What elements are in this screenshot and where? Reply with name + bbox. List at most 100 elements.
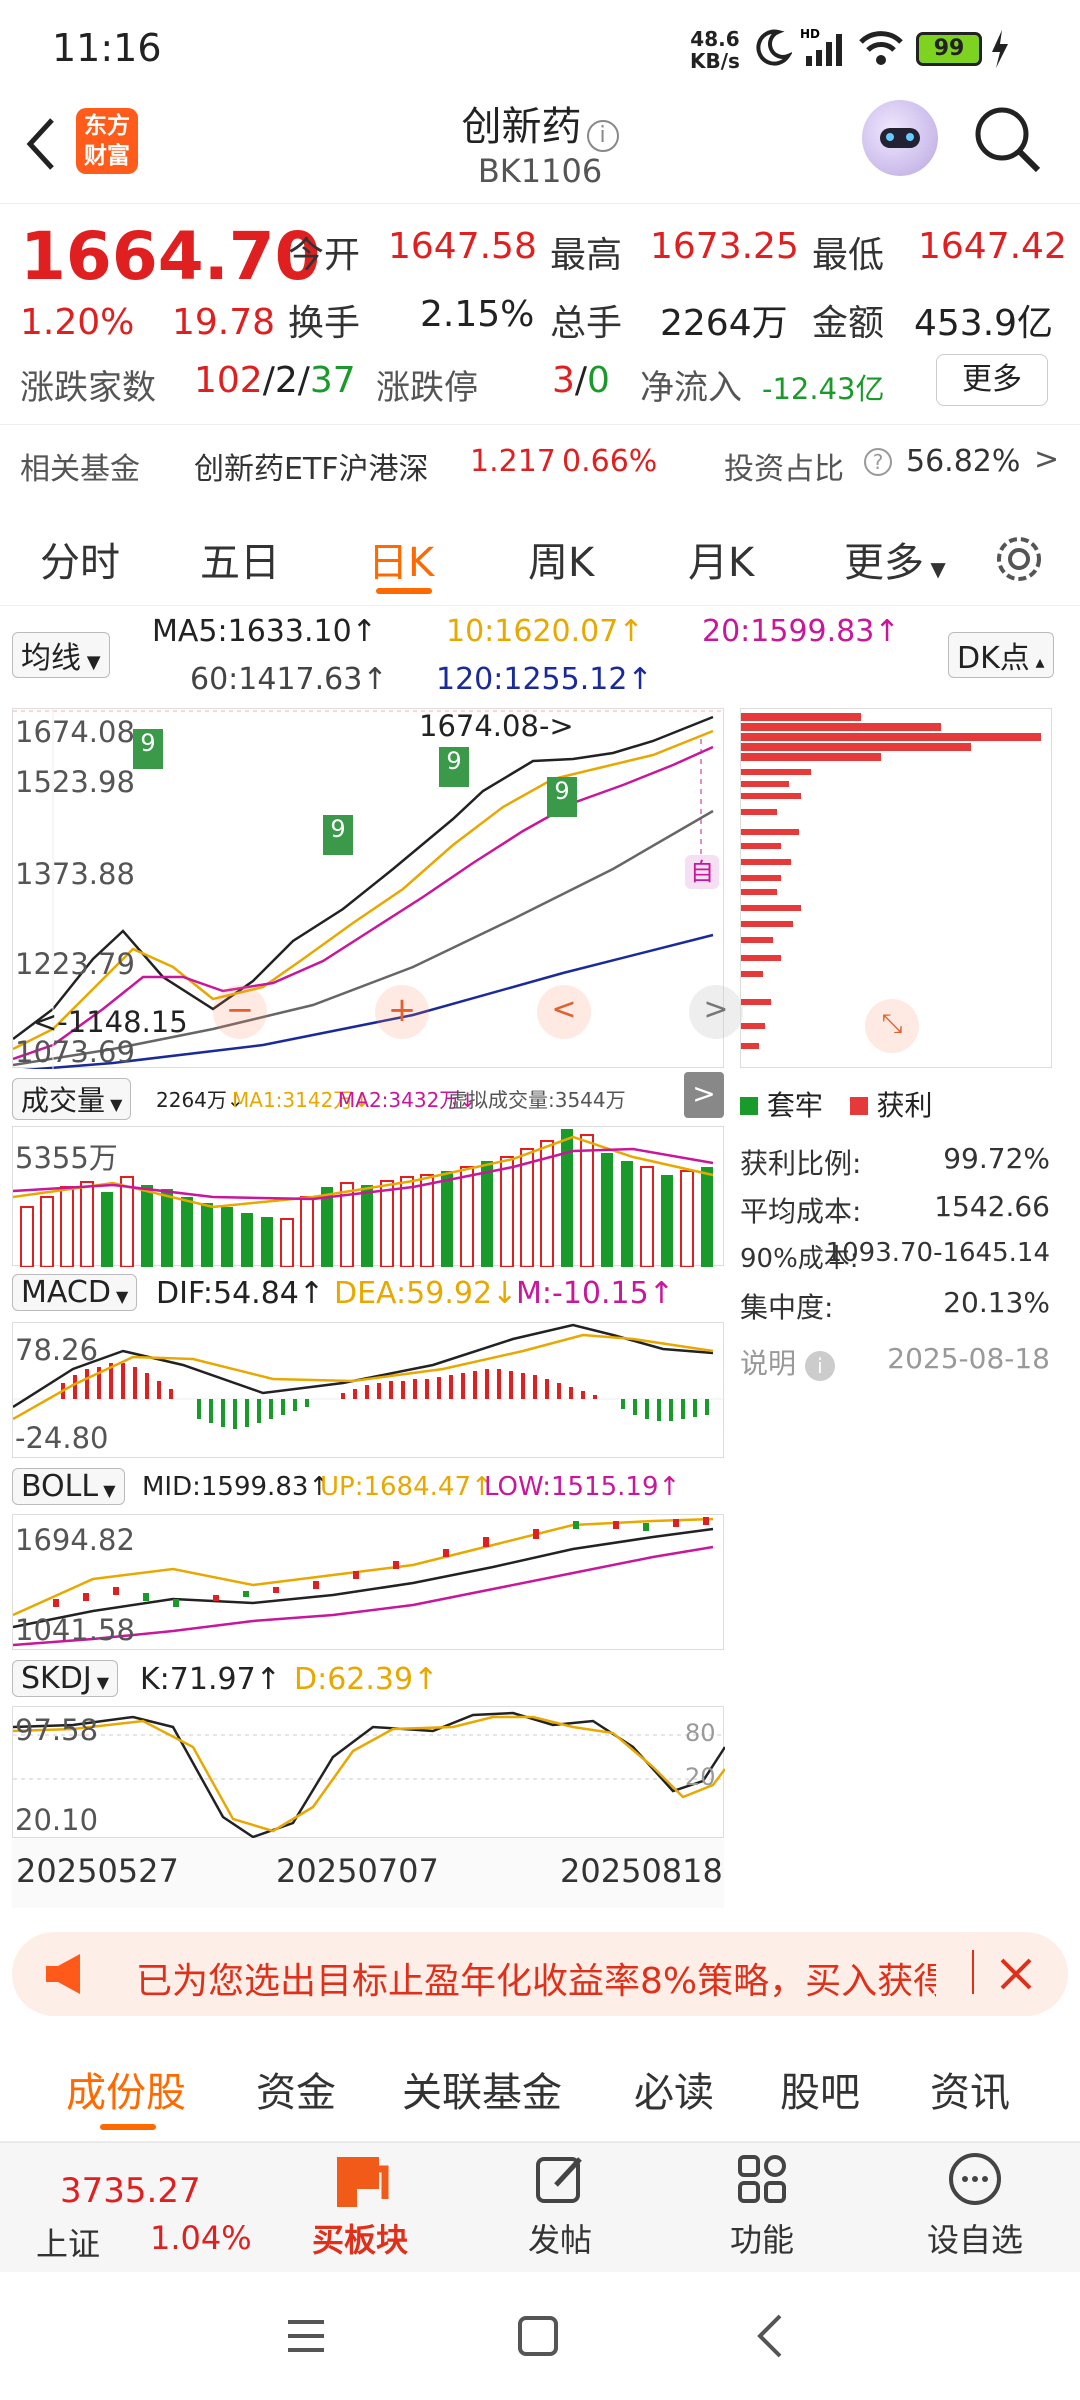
skdj-ref-label: 20 — [685, 1763, 716, 1791]
low-label: 最低 — [812, 235, 885, 276]
ma120-label: 120:1255.12↑ — [436, 662, 653, 697]
updown-counts: 102/2/37 — [194, 360, 356, 401]
boll-low-label: LOW:1515.19↑ — [484, 1472, 681, 1502]
index-ticker[interactable]: 3735.27 上证 1.04% — [0, 2143, 252, 2273]
ma10-label: 10:1620.07↑ — [446, 614, 644, 649]
turnover-value: 2.15% — [420, 294, 535, 335]
more-button[interactable]: 更多 — [936, 354, 1048, 406]
ma20-label: 20:1599.83↑ — [702, 614, 900, 649]
post-button[interactable]: 发帖 — [490, 2149, 630, 2269]
tab-related-funds[interactable]: 关联基金 — [402, 2060, 562, 2118]
skdj-panel[interactable]: 97.58 20.10 80 20 — [12, 1706, 727, 1839]
ma60-label: 60:1417.63↑ — [190, 662, 388, 697]
min-price-marker: <-1148.15 — [33, 1005, 188, 1039]
buy-sector-button[interactable]: 买板块 — [290, 2149, 430, 2269]
functions-button[interactable]: 功能 — [692, 2149, 832, 2269]
assistant-avatar[interactable] — [862, 100, 938, 176]
net-speed: 48.6 KB/s — [690, 27, 740, 73]
tab-monthly-k[interactable]: 月K — [688, 530, 754, 588]
volume-panel[interactable]: 5355万 — [12, 1126, 724, 1268]
tab-5day[interactable]: 五日 — [200, 530, 280, 588]
charging-icon — [992, 30, 1008, 68]
search-icon[interactable] — [972, 104, 1042, 174]
content-tabs: 成份股 资金 关联基金 必读 股吧 资讯 — [0, 2032, 1080, 2142]
tab-capital[interactable]: 资金 — [256, 2060, 336, 2118]
kline-panel[interactable]: 1674.08 1523.98 1373.88 1223.79 1073.69 … — [12, 708, 743, 1073]
low-value: 1647.42 — [918, 226, 1067, 267]
divider — [972, 1950, 974, 1994]
volume-select[interactable]: 成交量 ▼ — [12, 1078, 132, 1120]
home-icon[interactable] — [516, 2314, 560, 2358]
skdj-svg — [12, 1711, 727, 1839]
tab-forum[interactable]: 股吧 — [780, 2060, 860, 2118]
ma-select[interactable]: 均线 ▼ — [12, 632, 110, 678]
volume-svg — [12, 1129, 714, 1268]
tab-news[interactable]: 资讯 — [930, 2060, 1010, 2118]
index-pct: 1.04% — [150, 2219, 252, 2257]
invest-value[interactable]: 56.82% — [906, 444, 1020, 479]
date-axis: 20250527 20250707 20250818 — [12, 1838, 724, 1908]
promo-banner[interactable]: 已为您选出目标止盈年化收益率8%策略，买入获得更 — [12, 1932, 1068, 2016]
concentration-row: 集中度: 20.13% — [740, 1286, 1050, 1324]
avg-cost-row: 平均成本: 1542.66 — [740, 1190, 1050, 1228]
chevron-right-icon[interactable]: > — [1034, 442, 1059, 477]
tab-daily-k[interactable]: 日K — [368, 530, 434, 588]
macd-panel[interactable]: 78.26 -24.80 — [12, 1322, 725, 1458]
skdj-k-label: K:71.97↑ — [140, 1662, 281, 1697]
zoom-out-button[interactable]: − — [213, 985, 267, 1039]
menu-icon[interactable] — [284, 2316, 328, 2356]
page-title: 创新药 — [461, 104, 582, 150]
y-axis-label: 5355万 — [15, 1141, 118, 1175]
fund-price: 1.217 — [470, 444, 556, 479]
open-label: 今开 — [288, 235, 361, 276]
limit-counts: 3/0 — [552, 360, 610, 401]
header: 东方 财富 创新药 i BK1106 — [0, 100, 1080, 204]
ma5-label: MA5:1633.10↑ — [152, 614, 377, 649]
chip-note-row[interactable]: 说明 i 2025-08-18 — [740, 1342, 1060, 1382]
boll-select[interactable]: BOLL ▼ — [12, 1468, 125, 1505]
back-nav-icon[interactable] — [752, 2312, 788, 2360]
zoom-in-button[interactable]: + — [375, 985, 429, 1039]
scroll-left-button[interactable]: < — [537, 985, 591, 1039]
chip-distribution[interactable]: ⤡ — [740, 708, 1052, 1068]
collapse-chip-button[interactable]: > — [684, 1072, 724, 1118]
clock: 11:16 — [52, 26, 162, 70]
boll-panel[interactable]: 1694.82 1041.58 — [12, 1514, 724, 1650]
y-axis-label: 78.26 — [15, 1333, 99, 1367]
tab-indicator — [376, 588, 432, 594]
tab-more[interactable]: 更多 ▼ — [844, 530, 946, 588]
expand-icon[interactable]: ⤡ — [865, 999, 919, 1053]
skdj-d-label: D:62.39↑ — [294, 1662, 439, 1697]
tab-must-read[interactable]: 必读 — [634, 2060, 714, 2118]
gear-icon[interactable] — [992, 532, 1046, 586]
compose-icon — [536, 2157, 582, 2203]
wifi-icon — [859, 31, 903, 65]
macd-select[interactable]: MACD ▼ — [12, 1274, 138, 1311]
help-icon[interactable]: ? — [864, 448, 892, 476]
scroll-right-button[interactable]: > — [689, 985, 743, 1039]
moon-icon — [756, 29, 792, 66]
tab-constituents[interactable]: 成份股 — [66, 2060, 186, 2118]
inflow-label: 净流入 — [640, 368, 742, 408]
y-axis-label: 1223.79 — [15, 947, 135, 981]
add-favorite-button[interactable]: 设自选 — [900, 2149, 1050, 2269]
skdj-ref-label: 80 — [685, 1719, 716, 1747]
close-icon[interactable] — [996, 1954, 1036, 1994]
virtual-volume-label: 虚拟成交量:3544万 — [448, 1088, 626, 1112]
date-label: 20250707 — [276, 1852, 439, 1890]
seq-9-badge: 9 — [547, 777, 577, 817]
tab-weekly-k[interactable]: 周K — [528, 530, 594, 588]
y-axis-label: 1041.58 — [15, 1613, 135, 1647]
promo-text: 已为您选出目标止盈年化收益率8%策略，买入获得更 — [136, 1961, 936, 2002]
skdj-select[interactable]: SKDJ ▼ — [12, 1660, 119, 1697]
svg-text:HD: HD — [800, 27, 820, 41]
date-label: 20250527 — [16, 1852, 179, 1890]
limit-label: 涨跌停 — [376, 368, 478, 408]
self-select-tag[interactable]: 自 — [685, 855, 719, 889]
info-icon[interactable]: i — [586, 119, 619, 152]
fund-label: 相关基金 — [20, 452, 140, 487]
dk-point-select[interactable]: DK点 ▴ — [948, 632, 1054, 678]
volume-label: 总手 — [550, 303, 623, 344]
fund-name[interactable]: 创新药ETF沪港深 — [194, 444, 429, 488]
tab-intraday[interactable]: 分时 — [40, 530, 120, 588]
